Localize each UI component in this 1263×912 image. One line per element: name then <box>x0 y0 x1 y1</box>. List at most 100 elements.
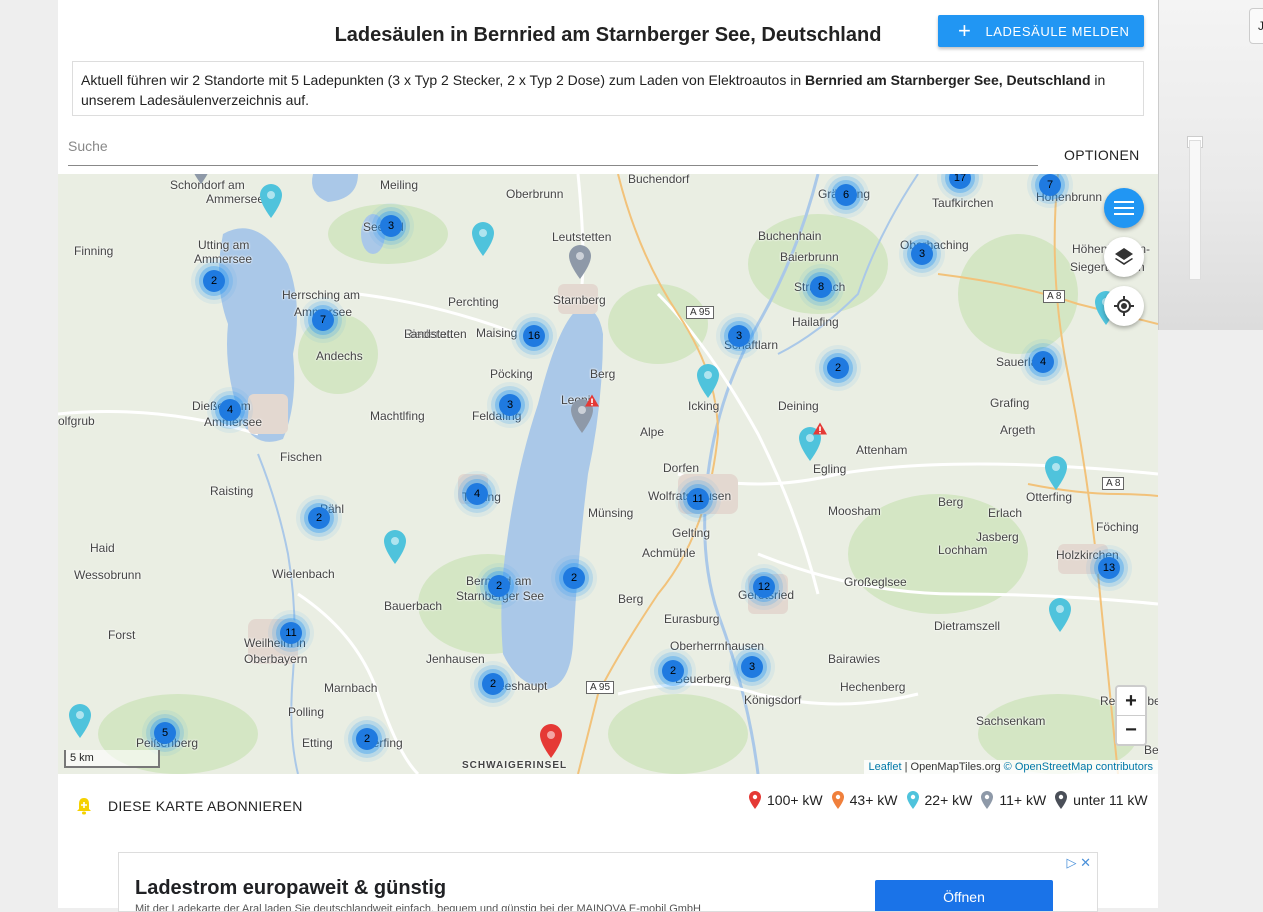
cluster-marker[interactable]: 2 <box>827 357 849 379</box>
cluster-marker[interactable]: 2 <box>662 660 684 682</box>
place-label: Großeglsee <box>844 575 907 589</box>
menu-button[interactable] <box>1104 188 1144 228</box>
cluster-marker[interactable]: 11 <box>687 488 709 510</box>
cluster-marker[interactable]: 13 <box>1098 557 1120 579</box>
place-label: Achmühle <box>642 546 696 560</box>
charging-station-pin[interactable] <box>538 723 564 764</box>
cluster-marker[interactable]: 2 <box>482 673 504 695</box>
cluster-marker[interactable]: 7 <box>1039 174 1061 196</box>
legend-pin-icon <box>831 791 844 809</box>
place-label: Münsing <box>588 506 634 520</box>
place-label: Marnbach <box>324 681 378 695</box>
place-label: Eurasburg <box>664 612 720 626</box>
cluster-marker[interactable]: 2 <box>203 270 225 292</box>
charging-station-pin[interactable] <box>567 244 593 285</box>
map-pin-icon <box>540 724 562 758</box>
cluster-marker[interactable]: 11 <box>280 622 302 644</box>
hamburger-icon <box>1114 201 1134 215</box>
ad-choices-icon[interactable]: ▷ ✕ <box>1066 855 1091 871</box>
cluster-marker[interactable]: 12 <box>753 576 775 598</box>
cluster-marker[interactable]: 3 <box>728 325 750 347</box>
legend-pin-icon <box>981 791 994 809</box>
warning-icon <box>584 394 600 413</box>
legend-pin-icon <box>906 791 919 809</box>
charging-station-pin[interactable] <box>1043 455 1069 496</box>
place-label: Berg <box>1144 743 1158 757</box>
place-label: Andechs <box>316 349 363 363</box>
cluster-marker[interactable]: 3 <box>911 243 933 265</box>
charging-station-pin[interactable] <box>67 703 93 744</box>
cluster-marker[interactable]: 3 <box>741 656 763 678</box>
locate-button[interactable] <box>1104 286 1144 326</box>
place-label: Gelting <box>672 526 711 540</box>
place-label: Berg <box>590 367 616 381</box>
legend-label: 100+ kW <box>767 792 823 808</box>
options-button[interactable]: OPTIONEN <box>1064 147 1140 163</box>
place-label: Bauerbach <box>384 599 443 613</box>
cluster-marker[interactable]: 3 <box>380 215 402 237</box>
charging-station-pin[interactable] <box>695 363 721 404</box>
layers-icon <box>1115 248 1133 265</box>
highway-shield: A 8 <box>1043 290 1066 303</box>
map-pin-icon <box>472 222 494 256</box>
place-label: Hailafing <box>792 315 839 329</box>
place-label: Königsdorf <box>744 693 802 707</box>
cluster-marker[interactable]: 4 <box>219 399 241 421</box>
place-label: Ammersee <box>194 252 253 266</box>
map[interactable]: Schondorf am Ammersee Meiling Oberbrunn Buch… <box>58 174 1158 774</box>
advertisement[interactable]: Ladestrom europaweit & günstig Mit der L… <box>118 852 1098 912</box>
map-pin-icon <box>384 530 406 564</box>
charging-station-pin[interactable] <box>470 221 496 262</box>
bell-plus-icon <box>77 798 91 815</box>
map-pin-icon <box>194 174 208 184</box>
place-label: Herrsching am <box>282 288 361 302</box>
search-field[interactable] <box>68 134 1038 166</box>
main-panel: Ladesäulen in Bernried am Starnberger Se… <box>58 0 1158 912</box>
place-label: Erlach <box>988 506 1023 520</box>
map-pin-icon <box>1049 598 1071 632</box>
charging-station-pin[interactable] <box>382 529 408 570</box>
charging-station-pin[interactable] <box>258 183 284 224</box>
cluster-marker[interactable]: 8 <box>810 276 832 298</box>
cluster-marker[interactable]: 6 <box>835 184 857 206</box>
legend-label: unter 11 kW <box>1073 792 1148 808</box>
osm-link[interactable]: © OpenStreetMap contributors <box>1004 761 1153 773</box>
zoom-out-button[interactable]: − <box>1117 715 1145 743</box>
legend-item: unter 11 kW <box>1054 790 1148 810</box>
cluster-marker[interactable]: 3 <box>499 394 521 416</box>
map-pin-icon <box>1045 456 1067 490</box>
cluster-marker[interactable]: 2 <box>488 575 510 597</box>
cluster-marker[interactable]: 16 <box>523 325 545 347</box>
place-label: Polling <box>288 705 325 719</box>
charging-station-pin[interactable] <box>188 174 214 190</box>
place-label: Sachsenkam <box>976 714 1046 728</box>
report-station-button[interactable]: + LADESÄULE MELDEN <box>938 15 1144 47</box>
cluster-marker[interactable]: 2 <box>356 728 378 750</box>
place-label: Fischen <box>280 450 323 464</box>
place-label: Dietramszell <box>934 619 1001 633</box>
charger-post <box>1189 140 1201 280</box>
zoom-in-button[interactable]: + <box>1117 687 1145 715</box>
charging-station-pin[interactable] <box>1047 597 1073 638</box>
place-label: Oberbrunn <box>506 187 564 201</box>
legend-item: 11+ kW <box>980 790 1046 810</box>
place-label: Taufkirchen <box>932 196 994 210</box>
cluster-marker[interactable]: 7 <box>312 309 334 331</box>
cluster-marker[interactable]: 4 <box>466 483 488 505</box>
ad-open-button[interactable]: Öffnen <box>875 880 1053 911</box>
place-label: Utting am <box>198 238 250 252</box>
side-image: J <box>1158 0 1263 330</box>
legend-label: 43+ kW <box>849 792 898 808</box>
layers-button[interactable] <box>1104 237 1144 277</box>
leaflet-link[interactable]: Leaflet <box>869 761 902 773</box>
search-input[interactable] <box>68 134 1038 158</box>
cluster-marker[interactable]: 4 <box>1032 351 1054 373</box>
subscribe-map-button[interactable]: DIESE KARTE ABONNIEREN <box>74 796 303 816</box>
legend-item: 100+ kW <box>748 790 823 810</box>
power-legend: 100+ kW 43+ kW 22+ kW 11+ kW unter 11 kW <box>748 790 1156 810</box>
place-label: Wielenbach <box>272 567 335 581</box>
cluster-marker[interactable]: 2 <box>308 507 330 529</box>
place-label: Berg <box>938 495 964 509</box>
cluster-marker[interactable]: 5 <box>154 722 176 744</box>
cluster-marker[interactable]: 2 <box>563 567 585 589</box>
